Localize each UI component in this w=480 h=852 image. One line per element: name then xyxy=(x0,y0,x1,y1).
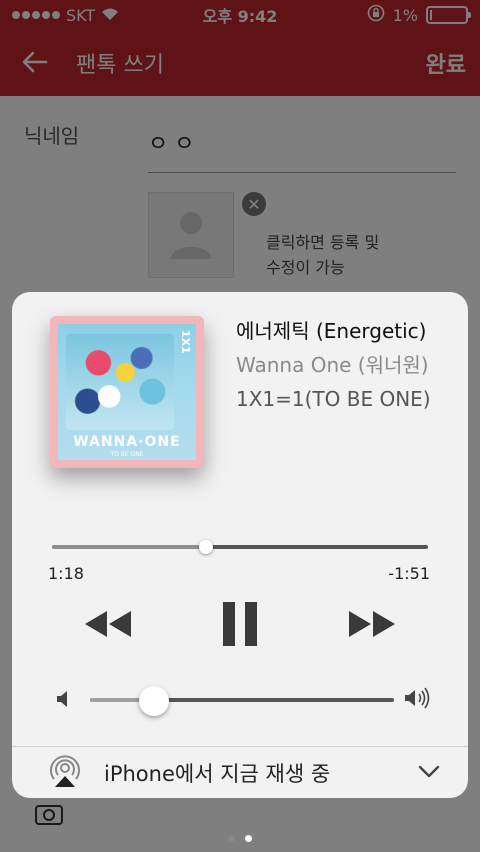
card-divider xyxy=(12,746,468,747)
now-playing-card: 1X1 WANNA·ONE TO BE ONE 에너제틱 (Energetic)… xyxy=(12,292,468,798)
rewind-icon xyxy=(85,611,131,637)
airplay-row[interactable]: iPhone에서 지금 재생 중 xyxy=(12,750,468,796)
fast-forward-button[interactable] xyxy=(342,596,402,652)
page-indicator xyxy=(0,835,480,842)
volume-max-icon xyxy=(404,687,432,713)
progress-fill xyxy=(52,545,207,549)
artist-name: Wanna One (워너원) xyxy=(236,353,429,377)
elapsed-time: 1:18 xyxy=(48,564,84,583)
album-logo-sub: TO BE ONE xyxy=(110,451,144,458)
album-logo: WANNA·ONE xyxy=(73,434,181,450)
fast-forward-icon xyxy=(349,611,395,637)
page-dot-active[interactable] xyxy=(245,835,252,842)
volume-control xyxy=(12,684,468,716)
volume-knob[interactable] xyxy=(138,686,169,716)
rewind-button[interactable] xyxy=(78,596,138,652)
track-info: 에너제틱 (Energetic) Wanna One (워너원) 1X1=1(T… xyxy=(236,314,436,416)
volume-slider[interactable] xyxy=(90,686,394,716)
pause-button[interactable] xyxy=(212,596,268,652)
remaining-time: -1:51 xyxy=(388,564,430,583)
chevron-down-icon[interactable] xyxy=(418,764,440,783)
album-group-photo xyxy=(66,334,174,430)
page-dot[interactable] xyxy=(228,835,235,842)
airplay-icon[interactable] xyxy=(48,754,82,792)
album-side-text: 1X1 xyxy=(179,330,192,354)
album-name: 1X1=1(TO BE ONE) xyxy=(236,387,431,411)
album-art[interactable]: 1X1 WANNA·ONE TO BE ONE xyxy=(50,316,204,468)
pause-icon xyxy=(223,602,257,646)
airplay-label: iPhone에서 지금 재생 중 xyxy=(104,762,331,786)
playback-controls xyxy=(12,596,468,652)
volume-min-icon xyxy=(56,689,72,713)
progress-slider[interactable] xyxy=(52,540,428,554)
progress-knob[interactable] xyxy=(199,540,214,554)
song-title: 에너제틱 (Energetic) xyxy=(236,319,427,343)
